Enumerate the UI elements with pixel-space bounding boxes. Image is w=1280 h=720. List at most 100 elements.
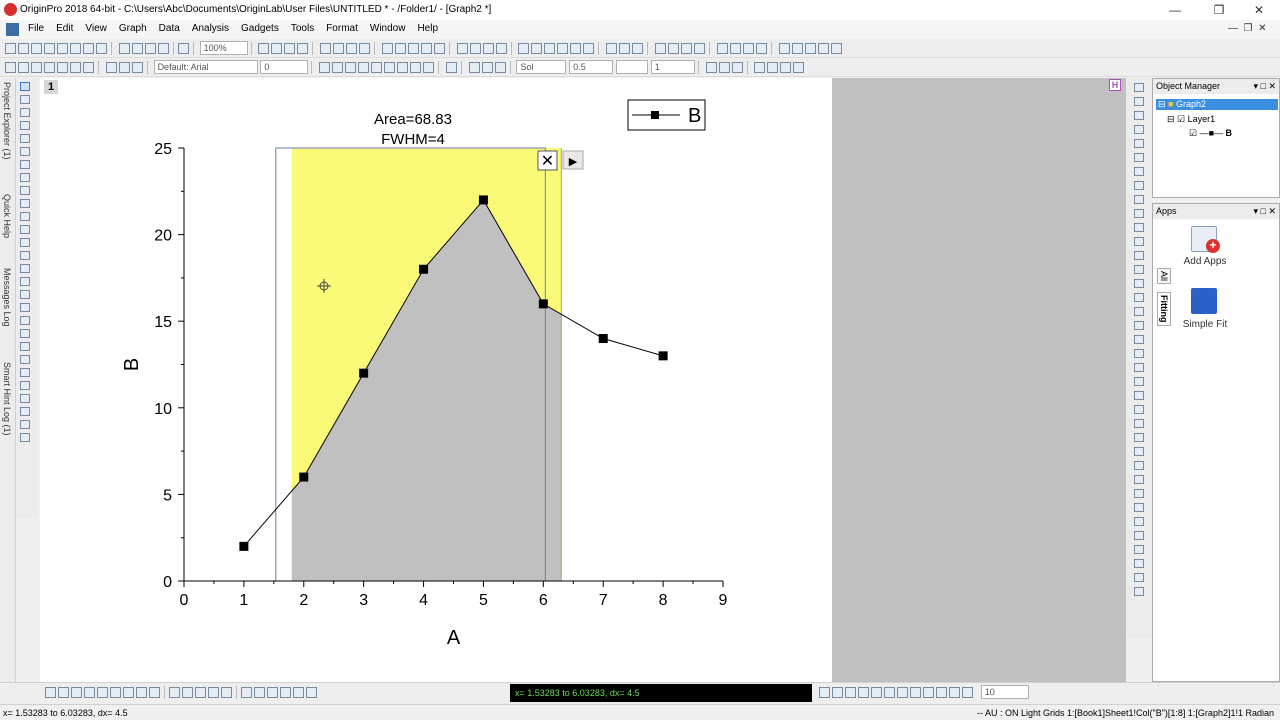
- tab-quick-help[interactable]: Quick Help: [2, 194, 12, 238]
- object-right-icon[interactable]: [845, 687, 856, 698]
- new-function-icon[interactable]: [70, 43, 81, 54]
- add-layer-icon[interactable]: [5, 62, 16, 73]
- extra-tool-4-icon[interactable]: [1134, 559, 1144, 568]
- layer-align-icon[interactable]: [195, 687, 206, 698]
- open-template-icon[interactable]: [131, 43, 143, 54]
- align-right-icon[interactable]: [1134, 293, 1144, 302]
- tree-plot-item[interactable]: ☑ —■— B: [1189, 128, 1232, 139]
- go-prev-icon[interactable]: [729, 43, 741, 54]
- duplicate-icon[interactable]: [271, 43, 283, 54]
- tab-project-explorer[interactable]: Project Explorer (1): [2, 82, 12, 160]
- text-tool-icon[interactable]: [20, 199, 30, 208]
- y-axis-title[interactable]: B: [121, 358, 143, 371]
- layer-table-icon[interactable]: [208, 687, 219, 698]
- go-first-icon[interactable]: [716, 43, 728, 54]
- arrow-tool-icon[interactable]: [20, 212, 30, 221]
- add-apps-label[interactable]: Add Apps: [1170, 256, 1240, 267]
- legend[interactable]: B: [627, 99, 706, 131]
- data-selector-icon[interactable]: [420, 43, 432, 54]
- tab-messages-log[interactable]: Messages Log: [2, 268, 12, 327]
- rescale-x-icon[interactable]: [1134, 97, 1144, 106]
- align-top-icon[interactable]: [1134, 307, 1144, 316]
- font-combo[interactable]: Default: Arial: [153, 60, 258, 74]
- decrease-font-icon[interactable]: [410, 62, 422, 73]
- recalculate-icon[interactable]: [284, 43, 296, 54]
- rescale-y-icon[interactable]: [1134, 111, 1144, 120]
- region-tool-icon[interactable]: [20, 277, 30, 286]
- line-style-combo[interactable]: Sol: [516, 60, 567, 74]
- go-next-icon[interactable]: [742, 43, 754, 54]
- frame-icon[interactable]: [1134, 265, 1144, 274]
- mask-color-icon[interactable]: [754, 62, 766, 73]
- insert-graph-icon[interactable]: [20, 303, 30, 312]
- save-template-icon[interactable]: [157, 43, 169, 54]
- subscript-icon[interactable]: [371, 62, 383, 73]
- set-column-icon[interactable]: [469, 43, 481, 54]
- rescale-z-icon[interactable]: [1134, 125, 1144, 134]
- extra-tool-6-icon[interactable]: [1134, 587, 1144, 596]
- extract-layers-icon[interactable]: [1134, 223, 1144, 232]
- app-menu-icon[interactable]: [6, 23, 19, 36]
- grid-plot-icon[interactable]: [97, 687, 108, 698]
- save-icon[interactable]: [144, 43, 156, 54]
- front-icon[interactable]: [793, 62, 805, 73]
- scale-bar-icon[interactable]: [20, 381, 30, 390]
- menu-data[interactable]: Data: [159, 23, 180, 34]
- menu-file[interactable]: File: [28, 23, 44, 34]
- notes-tool-icon[interactable]: [20, 407, 30, 416]
- hide-toolbar-badge[interactable]: H: [1109, 79, 1121, 91]
- distribute-icon[interactable]: [1134, 349, 1144, 358]
- polygon-tool-icon[interactable]: [20, 264, 30, 273]
- new-matrix-icon[interactable]: [57, 43, 68, 54]
- menu-graph[interactable]: Graph: [119, 23, 147, 34]
- line-color-icon[interactable]: [481, 62, 493, 73]
- project-explorer-icon[interactable]: [346, 43, 358, 54]
- underline-icon[interactable]: [345, 62, 357, 73]
- layer-arrange-icon[interactable]: [169, 687, 180, 698]
- same-width-icon[interactable]: [1134, 363, 1144, 372]
- annotation-tool-icon[interactable]: [20, 147, 30, 156]
- border-icon[interactable]: [718, 62, 730, 73]
- cut-icon[interactable]: [105, 62, 117, 73]
- extra-tool-2-icon[interactable]: [1134, 531, 1144, 540]
- align-bottom-icon[interactable]: [1134, 321, 1144, 330]
- fill-color-icon[interactable]: [468, 62, 480, 73]
- lock-icon[interactable]: [804, 43, 816, 54]
- italic-icon[interactable]: [332, 62, 344, 73]
- extra-tool-5-icon[interactable]: [1134, 573, 1144, 582]
- new-workbook-icon[interactable]: [31, 43, 42, 54]
- menu-edit[interactable]: Edit: [56, 23, 73, 34]
- insert-equation-icon[interactable]: [20, 329, 30, 338]
- menu-gadgets[interactable]: Gadgets: [241, 23, 279, 34]
- line-symbol-icon[interactable]: [71, 687, 82, 698]
- refresh-icon[interactable]: [258, 43, 270, 54]
- tree-layer-item[interactable]: ⊟ ☑ Layer1: [1167, 114, 1215, 125]
- dash-combo[interactable]: [616, 60, 649, 74]
- lock-pos-icon[interactable]: [1134, 475, 1144, 484]
- data-point[interactable]: [598, 334, 608, 344]
- command-window-icon[interactable]: [333, 43, 345, 54]
- swap-axes-icon[interactable]: [1134, 237, 1144, 246]
- zoom-combo[interactable]: 100%: [199, 41, 248, 55]
- apps-scroll[interactable]: [1157, 222, 1171, 266]
- copy-icon[interactable]: [118, 62, 130, 73]
- data-point[interactable]: [419, 264, 429, 274]
- set-z-icon[interactable]: [681, 43, 693, 54]
- add-inset-icon[interactable]: [1134, 195, 1144, 204]
- extra-tool-icon[interactable]: [1134, 517, 1144, 526]
- set-x-icon[interactable]: [655, 43, 667, 54]
- rescale-icon[interactable]: [433, 43, 445, 54]
- tab-apps-fitting[interactable]: Fitting: [1157, 292, 1171, 326]
- mask-icon[interactable]: [619, 43, 631, 54]
- symbol-icon[interactable]: [767, 62, 779, 73]
- apps-panel-controls-icon[interactable]: ▾ □ ✕: [1254, 204, 1277, 219]
- insert-object-icon[interactable]: [20, 355, 30, 364]
- timestamp-icon[interactable]: [1134, 251, 1144, 260]
- layer-copy-icon[interactable]: [182, 687, 193, 698]
- layer-mgmt-icon[interactable]: [57, 62, 68, 73]
- superscript-icon[interactable]: [358, 62, 370, 73]
- database-icon[interactable]: [20, 433, 30, 442]
- data-point[interactable]: [299, 472, 309, 482]
- plot-scatter-icon[interactable]: [531, 43, 543, 54]
- new-project-icon[interactable]: [5, 43, 16, 54]
